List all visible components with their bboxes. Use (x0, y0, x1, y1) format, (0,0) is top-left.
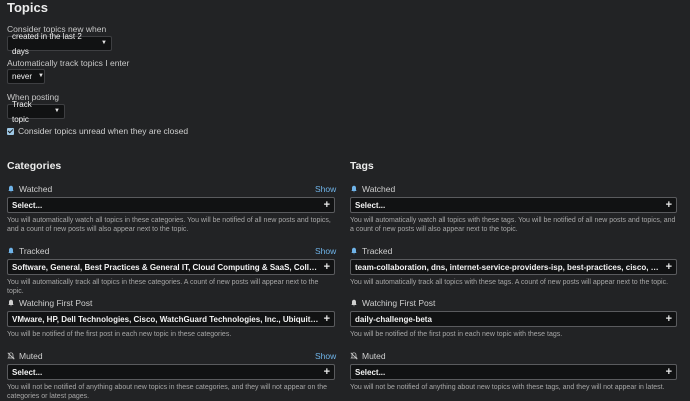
tags-muted-help: You will not be notified of anything abo… (350, 384, 665, 391)
categories-watched-label-row: Watched (7, 184, 52, 194)
categories-heading: Categories (7, 160, 62, 172)
categories-muted-chooser[interactable]: Select... + (7, 364, 335, 380)
categories-watched-chooser[interactable]: Select... + (7, 197, 335, 213)
bell-icon (8, 247, 14, 255)
caret-down-icon: ▼ (54, 108, 60, 114)
bell-slash-icon (7, 352, 15, 360)
auto-track-label: Automatically track topics I enter (7, 58, 130, 68)
categories-tracked-label-row: Tracked (7, 246, 49, 256)
categories-tracked-label: Tracked (19, 246, 50, 256)
categories-watched-label: Watched (19, 184, 53, 194)
auto-track-dropdown[interactable]: never ▼ (7, 69, 45, 84)
categories-tracked-help: You will automatically track all topics … (7, 279, 319, 295)
caret-down-icon: ▼ (101, 40, 107, 46)
tags-first-post-chooser[interactable]: daily-challenge-beta + (350, 311, 677, 327)
caret-down-icon: ▼ (38, 73, 44, 79)
categories-muted-show-link[interactable]: Show (315, 351, 336, 361)
plus-icon[interactable]: + (666, 261, 672, 273)
tags-first-post-label-row: Watching First Post (350, 298, 435, 308)
plus-icon[interactable]: + (666, 199, 672, 211)
bell-icon (351, 247, 357, 255)
tags-watched-value: Select... (355, 200, 386, 210)
tags-first-post-help: You will be notified of the first post i… (350, 331, 563, 338)
tags-watched-label: Watched (362, 184, 396, 194)
plus-icon[interactable]: + (324, 261, 330, 273)
consider-new-value: created in the last 2 days (12, 31, 82, 56)
topics-heading: Topics (7, 0, 48, 15)
plus-icon[interactable]: + (666, 366, 672, 378)
categories-tracked-show-link[interactable]: Show (315, 246, 336, 256)
categories-tracked-value: Software, General, Best Practices & Gene… (12, 262, 320, 272)
tags-heading: Tags (350, 160, 374, 172)
categories-muted-help: You will not be notified of anything abo… (7, 384, 328, 400)
plus-icon[interactable]: + (666, 313, 672, 325)
tags-watched-help: You will automatically watch all topics … (350, 217, 676, 233)
consider-new-dropdown[interactable]: created in the last 2 days ▼ (7, 32, 112, 56)
tags-tracked-label: Tracked (362, 246, 393, 256)
tags-tracked-chooser[interactable]: team-collaboration, dns, internet-servic… (350, 259, 677, 275)
categories-first-post-chooser[interactable]: VMware, HP, Dell Technologies, Cisco, Wa… (7, 311, 335, 327)
categories-first-post-help: You will be notified of the first post i… (7, 331, 232, 338)
tags-tracked-help: You will automatically track all topics … (350, 279, 669, 286)
unread-closed-checkbox[interactable] (7, 127, 14, 135)
tags-muted-label-row: Muted (350, 351, 386, 361)
categories-muted-label: Muted (19, 351, 43, 361)
categories-watched-value: Select... (12, 200, 43, 210)
categories-watched-show-link[interactable]: Show (315, 184, 336, 194)
plus-icon[interactable]: + (324, 366, 330, 378)
tags-muted-value: Select... (355, 367, 386, 377)
tags-first-post-value: daily-challenge-beta (355, 314, 432, 324)
bell-outline-icon (351, 299, 357, 307)
categories-tracked-chooser[interactable]: Software, General, Best Practices & Gene… (7, 259, 335, 275)
tags-muted-chooser[interactable]: Select... + (350, 364, 677, 380)
categories-watched-help: You will automatically watch all topics … (7, 217, 331, 233)
bell-icon (351, 185, 357, 193)
categories-first-post-label-row: Watching First Post (7, 298, 92, 308)
categories-muted-label-row: Muted (7, 351, 43, 361)
tags-watched-label-row: Watched (350, 184, 395, 194)
plus-icon[interactable]: + (324, 199, 330, 211)
bell-slash-icon (350, 352, 358, 360)
when-posting-dropdown[interactable]: Track topic ▼ (7, 100, 65, 124)
categories-muted-value: Select... (12, 367, 43, 377)
when-posting-value: Track topic (12, 99, 32, 124)
categories-first-post-label: Watching First Post (19, 298, 93, 308)
auto-track-value: never (12, 72, 33, 81)
tags-watched-chooser[interactable]: Select... + (350, 197, 677, 213)
bell-outline-icon (8, 299, 14, 307)
bell-icon (8, 185, 14, 193)
tags-first-post-label: Watching First Post (362, 298, 436, 308)
plus-icon[interactable]: + (324, 313, 330, 325)
tags-muted-label: Muted (362, 351, 386, 361)
categories-first-post-value: VMware, HP, Dell Technologies, Cisco, Wa… (12, 314, 320, 324)
tags-tracked-value: team-collaboration, dns, internet-servic… (355, 262, 662, 272)
unread-closed-label: Consider topics unread when they are clo… (18, 126, 189, 136)
tags-tracked-label-row: Tracked (350, 246, 392, 256)
unread-closed-option[interactable]: Consider topics unread when they are clo… (7, 126, 188, 136)
